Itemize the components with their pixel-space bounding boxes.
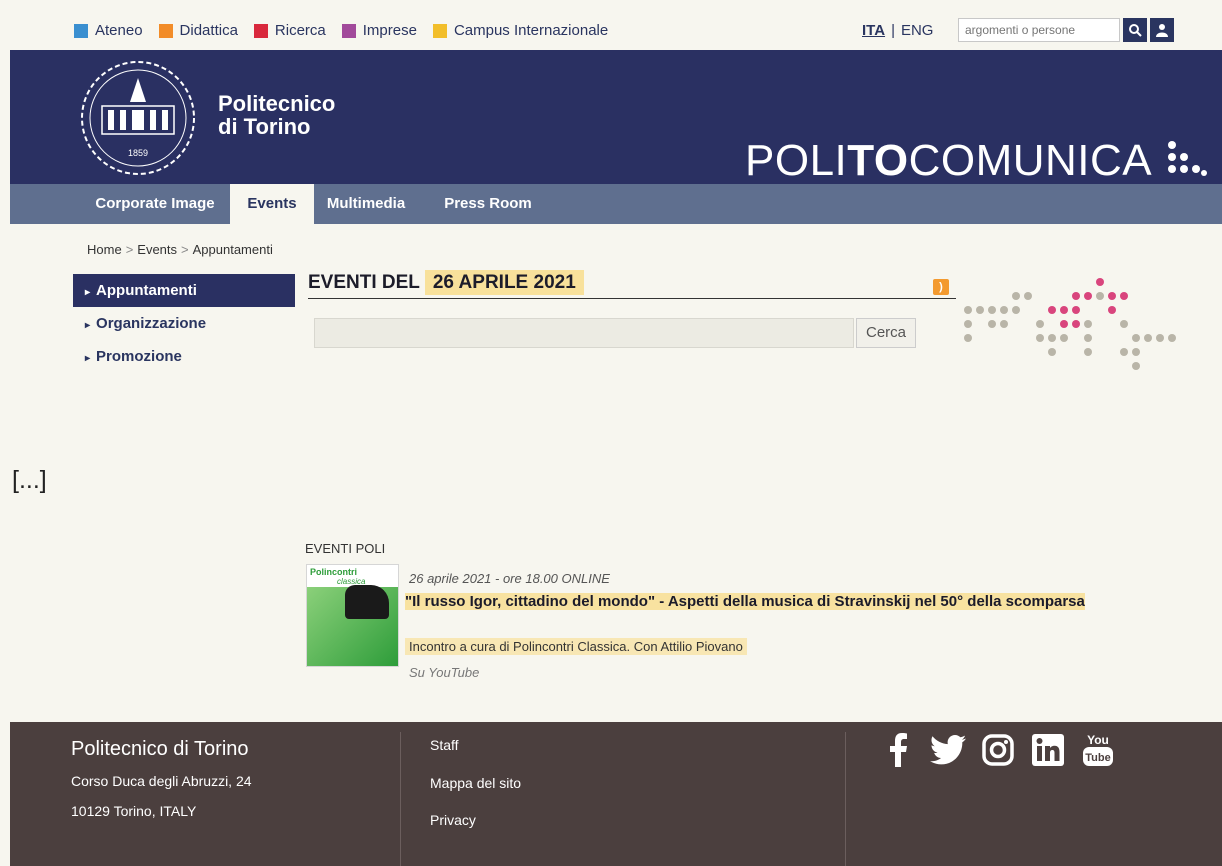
user-icon (1156, 24, 1168, 37)
main-nav: Corporate Image Events Multimedia Press … (10, 184, 1222, 224)
topnav-item-ricerca[interactable]: Ricerca (253, 22, 326, 39)
footer-link-privacy[interactable]: Privacy (430, 812, 476, 828)
brand-dots-icon (1168, 141, 1208, 176)
event-description: Incontro a cura di Polincontri Classica.… (405, 638, 747, 655)
instagram-icon[interactable] (980, 732, 1016, 768)
lang-ita-link[interactable]: ITA (862, 22, 885, 39)
breadcrumb: Home > Events > Appuntamenti (87, 242, 273, 257)
svg-text:You: You (1087, 733, 1109, 747)
linkedin-icon[interactable] (1030, 732, 1066, 768)
side-item-promozione[interactable]: ▸ Promozione (73, 340, 295, 373)
search-icon (1129, 24, 1142, 37)
top-utility-nav: Ateneo Didattica Ricerca Imprese Campus … (74, 22, 608, 39)
events-title: EVENTI DEL 26 APRILE 2021 (308, 270, 584, 295)
svg-text:Tube: Tube (1085, 752, 1110, 764)
topnav-item-campus[interactable]: Campus Internazionale (432, 22, 608, 39)
side-item-appuntamenti[interactable]: ▸ Appuntamenti (73, 274, 295, 307)
event-category: EVENTI POLI (305, 541, 386, 556)
footer-link-staff[interactable]: Staff (430, 737, 459, 753)
event-youtube-link[interactable]: Su YouTube (409, 665, 479, 680)
topnav-item-ateneo[interactable]: Ateneo (74, 22, 143, 39)
campus-color-square-icon (432, 23, 447, 38)
breadcrumb-home[interactable]: Home (87, 242, 122, 257)
tab-corporate-image[interactable]: Corporate Image (76, 184, 234, 224)
footer-divider (845, 732, 846, 866)
footer-link-sitemap[interactable]: Mappa del sito (430, 775, 521, 791)
lang-eng-link[interactable]: ENG (901, 22, 934, 39)
footer-divider (400, 732, 401, 866)
side-menu: ▸ Appuntamenti ▸ Organizzazione ▸ Promozion… (73, 274, 295, 373)
youtube-icon[interactable]: You Tube (1080, 732, 1116, 768)
cerca-button[interactable]: Cerca (856, 318, 916, 348)
caret-right-icon: ▸ (85, 320, 91, 331)
politecnico-seal-logo[interactable]: 1859 (68, 56, 208, 180)
social-links: You Tube (880, 732, 1116, 768)
content-omission-marker: [...] (12, 466, 47, 494)
topnav-item-didattica[interactable]: Didattica (158, 22, 238, 39)
event-title-link[interactable]: "Il russo Igor, cittadino del mondo" - A… (405, 592, 1145, 612)
facebook-icon[interactable] (880, 732, 916, 768)
site-search-input[interactable] (958, 18, 1120, 42)
ateneo-color-square-icon (74, 23, 88, 38)
breadcrumb-events[interactable]: Events (137, 242, 177, 257)
footer-address-city: 10129 Torino, ITALY (71, 803, 197, 819)
piano-image (345, 585, 389, 619)
imprese-color-square-icon (341, 23, 356, 38)
twitter-icon[interactable] (930, 732, 966, 768)
caret-right-icon: ▸ (85, 353, 91, 364)
user-login-button[interactable] (1150, 18, 1174, 42)
caret-right-icon: ▸ (85, 287, 91, 298)
event-date: 26 aprile 2021 - ore 18.00 ONLINE (409, 571, 610, 586)
site-search (958, 18, 1174, 42)
rss-feed-icon[interactable]: ) (933, 279, 949, 295)
svg-text:1859: 1859 (128, 148, 148, 158)
events-search-input[interactable] (314, 318, 854, 348)
footer-title: Politecnico di Torino (71, 738, 249, 760)
breadcrumb-appuntamenti[interactable]: Appuntamenti (193, 242, 273, 257)
topnav-item-imprese[interactable]: Imprese (341, 22, 417, 39)
event-thumbnail[interactable]: Polincontri classica (306, 564, 399, 667)
title-divider (308, 298, 956, 299)
language-switcher: ITA | ENG (862, 22, 933, 39)
university-name[interactable]: Politecnico di Torino (218, 92, 335, 138)
events-title-date: 26 APRILE 2021 (424, 270, 584, 295)
tab-events[interactable]: Events (230, 184, 314, 224)
politocomunica-brand[interactable]: POLITOCOMUNICA (745, 136, 1208, 186)
search-button[interactable] (1123, 18, 1147, 42)
ricerca-color-square-icon (253, 23, 268, 38)
side-item-organizzazione[interactable]: ▸ Organizzazione (73, 307, 295, 340)
tab-press-room[interactable]: Press Room (430, 184, 546, 224)
didattica-color-square-icon (158, 23, 173, 38)
footer-address-street: Corso Duca degli Abruzzi, 24 (71, 773, 252, 789)
decorative-dot-pattern-icon (964, 278, 1176, 370)
lang-separator: | (891, 22, 895, 39)
tab-multimedia[interactable]: Multimedia (316, 184, 416, 224)
